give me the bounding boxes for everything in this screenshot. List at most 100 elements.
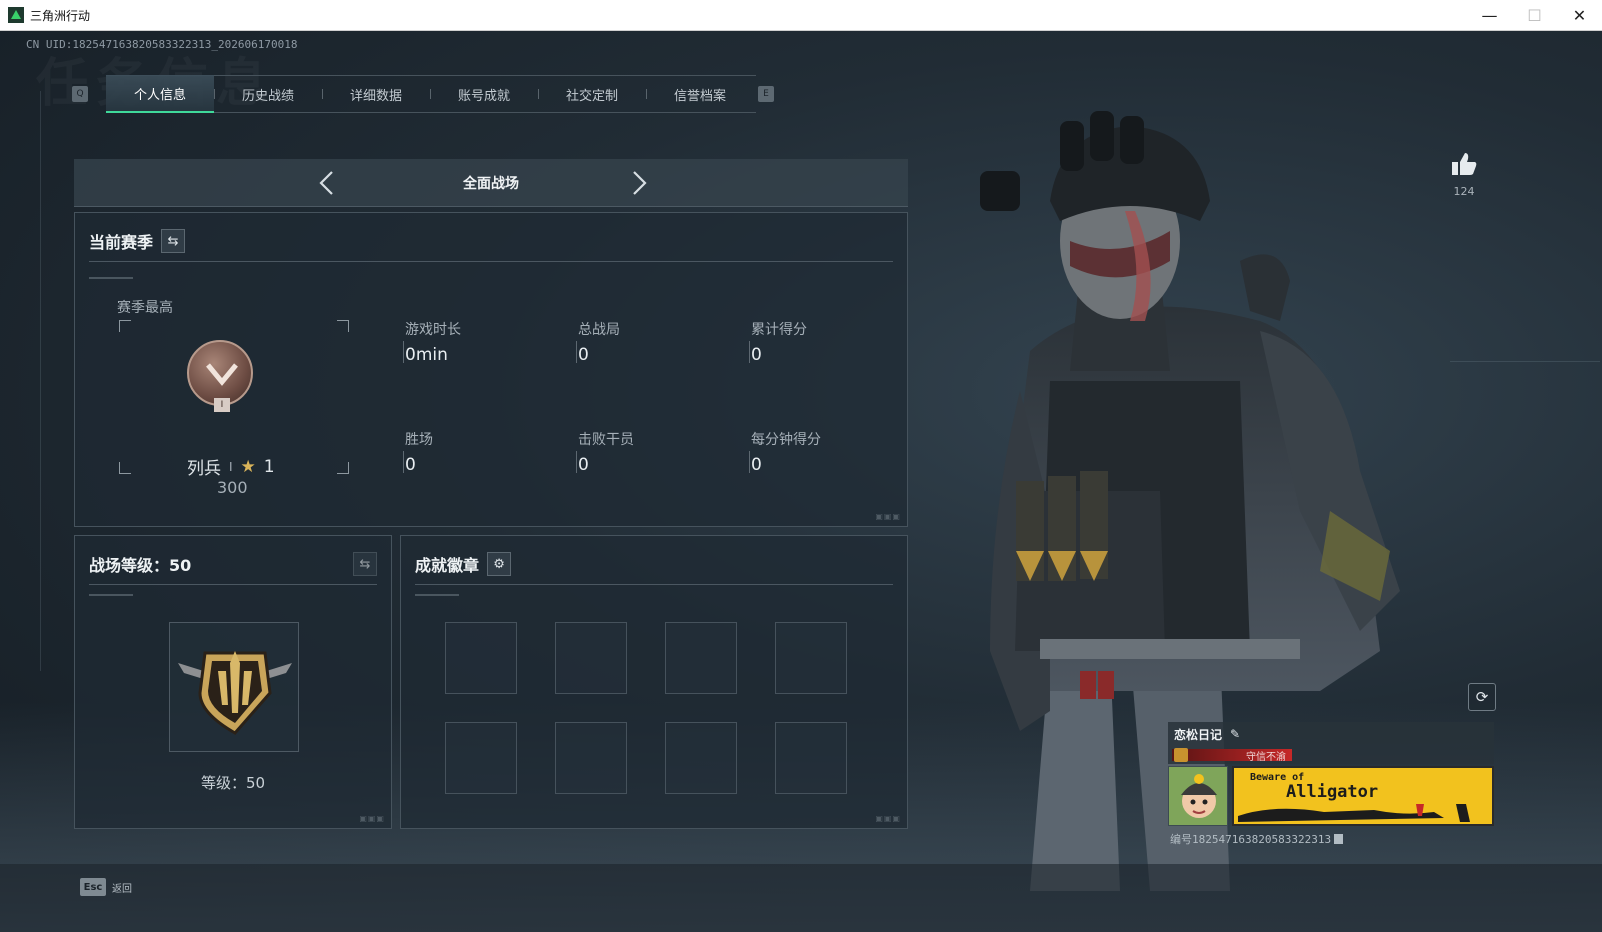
stat-separator [576,451,577,473]
panel-corner-decor: ▣▣▣ [875,814,901,823]
stat-label-kills: 击败干员 [578,432,634,448]
stat-separator [576,341,577,363]
stat-separator [403,451,404,473]
achievement-slot[interactable] [665,622,737,694]
thumbs-up-icon [1452,153,1477,175]
rank-emblem-icon: Ⅰ [187,340,253,412]
frame-corner [337,320,349,332]
edit-pencil-icon[interactable]: ✎ [1230,727,1240,741]
delta-force-emblem-icon [178,651,292,735]
window-titlebar: 三角洲行动 — ☐ ✕ [0,0,1602,31]
reputation-bar: 守信不渝 [1172,749,1292,763]
chevron-right-icon[interactable] [626,169,652,197]
season-best-label: 赛季最高 [117,300,173,316]
achievement-slot[interactable] [775,722,847,794]
divider-dash [89,594,133,596]
battlefield-level-panel: 战场等级：50 ⇆ 等级：50 ▣▣▣ [74,535,392,829]
star-icon: ★ [240,456,256,477]
divider [89,584,377,585]
tab-reputation[interactable]: 信誉档案 [646,75,754,113]
achievement-slot[interactable] [555,622,627,694]
stat-value-wins: 0 [405,455,416,475]
player-name: 恋松日记 [1174,727,1223,742]
achievement-slot[interactable] [775,622,847,694]
game-viewport: 任务信息 CN UID:1825471638205833223​13_20260… [0,31,1602,932]
app-logo-icon [8,7,24,23]
tab-achievements[interactable]: 账号成就 [430,75,538,113]
frame-corner [119,462,131,474]
swap-icon[interactable]: ⇆ [353,552,377,576]
stat-separator [749,341,750,363]
stat-value-score-per-min: 0 [751,455,762,475]
panel-corner-decor: ▣▣▣ [359,814,385,823]
achievement-slot[interactable] [445,622,517,694]
reputation-scale-icon [1174,748,1188,762]
profile-banner[interactable]: Beware of Alligator [1232,766,1494,826]
back-button[interactable]: Esc 返回 [80,878,132,896]
achievements-title: 成就徽章 [415,556,480,575]
tab-match-history[interactable]: 历史战绩 [214,75,322,113]
copy-icon[interactable] [1334,834,1344,844]
tab-detailed-data[interactable]: 详细数据 [322,75,430,113]
decor-line [40,91,41,671]
mode-selector: 全面战场 [74,159,908,207]
rank-line: 列兵 I ★ 1 [187,454,275,480]
panel-header: 成就徽章 ⚙ [415,552,512,576]
tab-next-key-hint[interactable]: E [758,86,774,102]
divider [415,584,893,585]
rank-tier-badge: Ⅰ [214,398,230,412]
swap-icon[interactable]: ⇆ [161,229,186,253]
gear-icon[interactable]: ⚙ [487,552,512,576]
reputation-row: 守信不渝 [1168,746,1494,764]
uid-text: CN UID:1825471638205833223​13_2026061700… [26,38,298,51]
frame-corner [119,320,131,332]
stat-label-score-per-min: 每分钟得分 [751,432,821,448]
back-label: 返回 [112,883,132,895]
tab-social-custom[interactable]: 社交定制 [538,75,646,113]
stat-value-total-score: 0 [751,345,762,365]
esc-key-icon: Esc [80,878,106,896]
maximize-icon[interactable]: ☐ [1512,0,1557,31]
player-id-text: 编号1825471638205833223​13 [1170,833,1332,846]
refresh-icon[interactable]: ⟳ [1468,683,1496,711]
panel-corner-decor: ▣▣▣ [875,512,901,521]
alligator-illustration [1238,804,1470,822]
close-icon[interactable]: ✕ [1557,0,1602,31]
decor-line [1450,361,1600,362]
mode-title: 全面战场 [463,176,519,192]
divider-dash [89,277,133,279]
stat-value-kills: 0 [578,455,589,475]
stat-value-playtime: 0min [405,345,448,365]
tab-personal-info[interactable]: 个人信息 [106,75,214,113]
stat-label-wins: 胜场 [405,432,433,448]
level-emblem-frame [169,622,299,752]
window-title: 三角洲行动 [30,8,91,23]
minimize-icon[interactable]: — [1467,0,1512,31]
banner-big-text: Alligator [1286,782,1379,802]
bottom-bar [0,864,1602,932]
avatar[interactable] [1168,766,1228,826]
achievement-slot[interactable] [445,722,517,794]
panel-header: 当前赛季 ⇆ [89,229,186,253]
profile-tabs: 个人信息 历史战绩 详细数据 账号成就 社交定制 信誉档案 [106,75,756,113]
profile-card: 恋松日记 ✎ 守信不渝 Beware of Alligator 编号182547… [1168,722,1494,852]
stat-label-total-score: 累计得分 [751,322,807,338]
achievement-slot[interactable] [665,722,737,794]
battlefield-level-title: 战场等级：50 [89,556,192,575]
panel-header: 战场等级：50 [89,552,191,576]
divider-dash [415,594,459,596]
card-name-row: 恋松日记 ✎ [1168,722,1494,746]
tab-prev-key-hint[interactable]: Q [72,86,88,102]
stat-separator [749,451,750,473]
achievements-panel: 成就徽章 ⚙ ▣▣▣ [400,535,908,829]
achievement-slot[interactable] [555,722,627,794]
stat-separator [403,341,404,363]
player-id: 编号1825471638205833223​13 [1170,831,1344,847]
frame-corner [337,462,349,474]
stat-label-matches: 总战局 [578,322,620,338]
current-season-panel: 当前赛季 ⇆ 赛季最高 Ⅰ 列兵 I ★ 1 300 游戏时长 0min 总战局… [74,212,908,527]
stat-value-matches: 0 [578,345,589,365]
season-title: 当前赛季 [89,233,154,252]
like-button[interactable]: 124 [1446,151,1482,198]
rank-stars: 1 [263,456,275,477]
